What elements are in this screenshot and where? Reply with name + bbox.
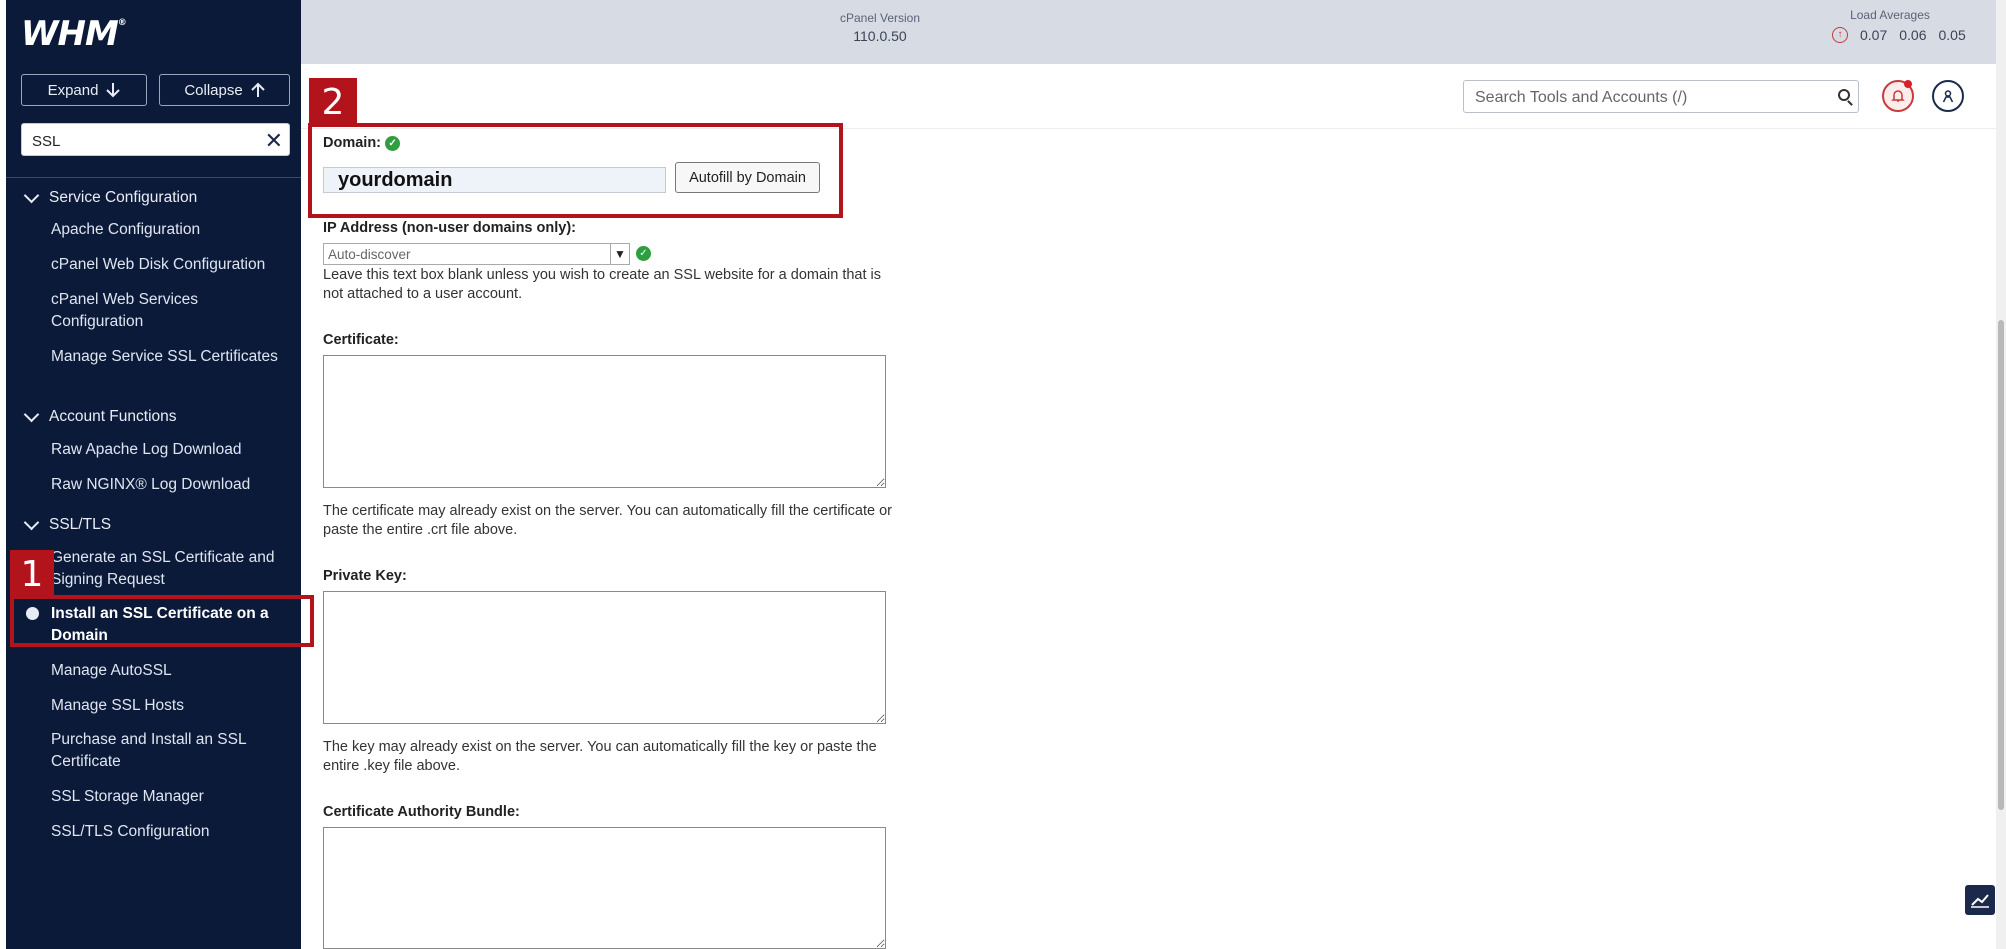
sidebar-item-install-ssl[interactable]: Install an SSL Certificate on a Domain: [51, 603, 286, 647]
arrow-up-icon: [250, 82, 265, 97]
checkmark-icon: ✓: [385, 135, 401, 151]
private-key-label: Private Key:: [323, 568, 407, 584]
load-average-15: 0.05: [1938, 27, 1966, 43]
arrow-up-icon: ↑: [1832, 27, 1848, 43]
scrollbar-thumb[interactable]: [1998, 320, 2004, 810]
search-tools-box: [1463, 80, 1859, 113]
sidebar-item-purchase-ssl[interactable]: Purchase and Install an SSL Certificate: [51, 729, 286, 773]
load-averages-label: Load Averages: [1850, 8, 1930, 22]
expand-button[interactable]: Expand: [21, 74, 147, 106]
sidebar-divider: [6, 177, 301, 178]
load-average-1: 0.07: [1860, 27, 1888, 43]
sidebar-search: ✕: [21, 123, 290, 156]
chart-icon[interactable]: [1965, 885, 1995, 915]
ip-address-help: Leave this text box blank unless you wis…: [323, 267, 882, 302]
whm-logo[interactable]: WHM®: [21, 14, 127, 54]
chevron-down-icon: [23, 406, 40, 423]
user-menu-button[interactable]: [1932, 80, 1964, 112]
ca-bundle-label: Certificate Authority Bundle:: [323, 804, 520, 820]
sidebar-item-manage-service-ssl[interactable]: Manage Service SSL Certificates: [51, 346, 286, 368]
dropdown-arrow-icon[interactable]: ▼: [610, 244, 629, 264]
section-label: SSL/TLS: [49, 516, 112, 533]
active-indicator-icon: [26, 607, 39, 620]
search-icon[interactable]: [1838, 89, 1850, 101]
section-ssl-tls[interactable]: SSL/TLS: [23, 514, 112, 534]
sidebar-item-cpanel-web-services[interactable]: cPanel Web Services Configuration: [51, 289, 286, 333]
collapse-label: Collapse: [184, 81, 243, 99]
load-average-5: 0.06: [1899, 27, 1927, 43]
ip-address-select[interactable]: Auto-discover ▼: [323, 243, 630, 265]
collapse-button[interactable]: Collapse: [159, 74, 290, 106]
chevron-down-icon: [23, 187, 40, 204]
section-service-configuration[interactable]: Service Configuration: [23, 187, 198, 207]
sidebar-item-manage-ssl-hosts[interactable]: Manage SSL Hosts: [51, 695, 286, 717]
expand-label: Expand: [47, 81, 99, 99]
notification-badge: [1904, 80, 1912, 88]
sidebar-item-raw-apache-log[interactable]: Raw Apache Log Download: [51, 439, 286, 461]
cpanel-version-value: 110.0.50: [853, 28, 907, 44]
sidebar: WHM® Expand Collapse ✕ Service Configura…: [6, 0, 301, 949]
sidebar-item-ssl-storage-manager[interactable]: SSL Storage Manager: [51, 786, 286, 808]
ca-bundle-textarea[interactable]: [323, 827, 886, 949]
ip-address-value: Auto-discover: [328, 246, 411, 262]
section-label: Service Configuration: [49, 189, 198, 206]
checkmark-icon: ✓: [636, 246, 651, 261]
sidebar-item-raw-nginx-log[interactable]: Raw NGINX® Log Download: [51, 474, 286, 496]
section-label: Account Functions: [49, 408, 177, 425]
bell-icon: [1891, 90, 1905, 102]
search-tools-input[interactable]: [1473, 87, 1817, 109]
annotation-number-2: 2: [309, 78, 357, 126]
arrow-down-icon: [106, 83, 121, 98]
load-averages: ↑ 0.07 0.06 0.05: [1832, 27, 1966, 43]
cpanel-version-label: cPanel Version: [839, 11, 921, 25]
private-key-textarea[interactable]: [323, 591, 886, 724]
sidebar-item-generate-ssl[interactable]: Generate an SSL Certificate and Signing …: [51, 547, 286, 591]
sidebar-item-cpanel-web-disk[interactable]: cPanel Web Disk Configuration: [51, 254, 286, 276]
domain-input[interactable]: [323, 167, 666, 193]
chevron-down-icon: [23, 514, 40, 531]
sidebar-search-input[interactable]: [30, 130, 254, 152]
private-key-help: The key may already exist on the server.…: [323, 739, 877, 774]
certificate-textarea[interactable]: [323, 355, 886, 488]
autofill-by-domain-button[interactable]: Autofill by Domain: [675, 162, 820, 193]
certificate-label: Certificate:: [323, 332, 399, 348]
sidebar-item-apache-configuration[interactable]: Apache Configuration: [51, 219, 286, 241]
section-account-functions[interactable]: Account Functions: [23, 406, 177, 426]
top-status-bar: [301, 0, 2006, 64]
sidebar-item-ssl-tls-configuration[interactable]: SSL/TLS Configuration: [51, 821, 286, 843]
annotation-number-1: 1: [10, 550, 54, 598]
domain-label: Domain: ✓: [323, 135, 401, 151]
ip-address-label: IP Address (non-user domains only):: [323, 220, 576, 236]
certificate-help: The certificate may already exist on the…: [323, 503, 892, 538]
user-icon: [1942, 90, 1954, 103]
clear-search-icon[interactable]: ✕: [265, 128, 283, 154]
sidebar-item-manage-autossl[interactable]: Manage AutoSSL: [51, 660, 286, 682]
